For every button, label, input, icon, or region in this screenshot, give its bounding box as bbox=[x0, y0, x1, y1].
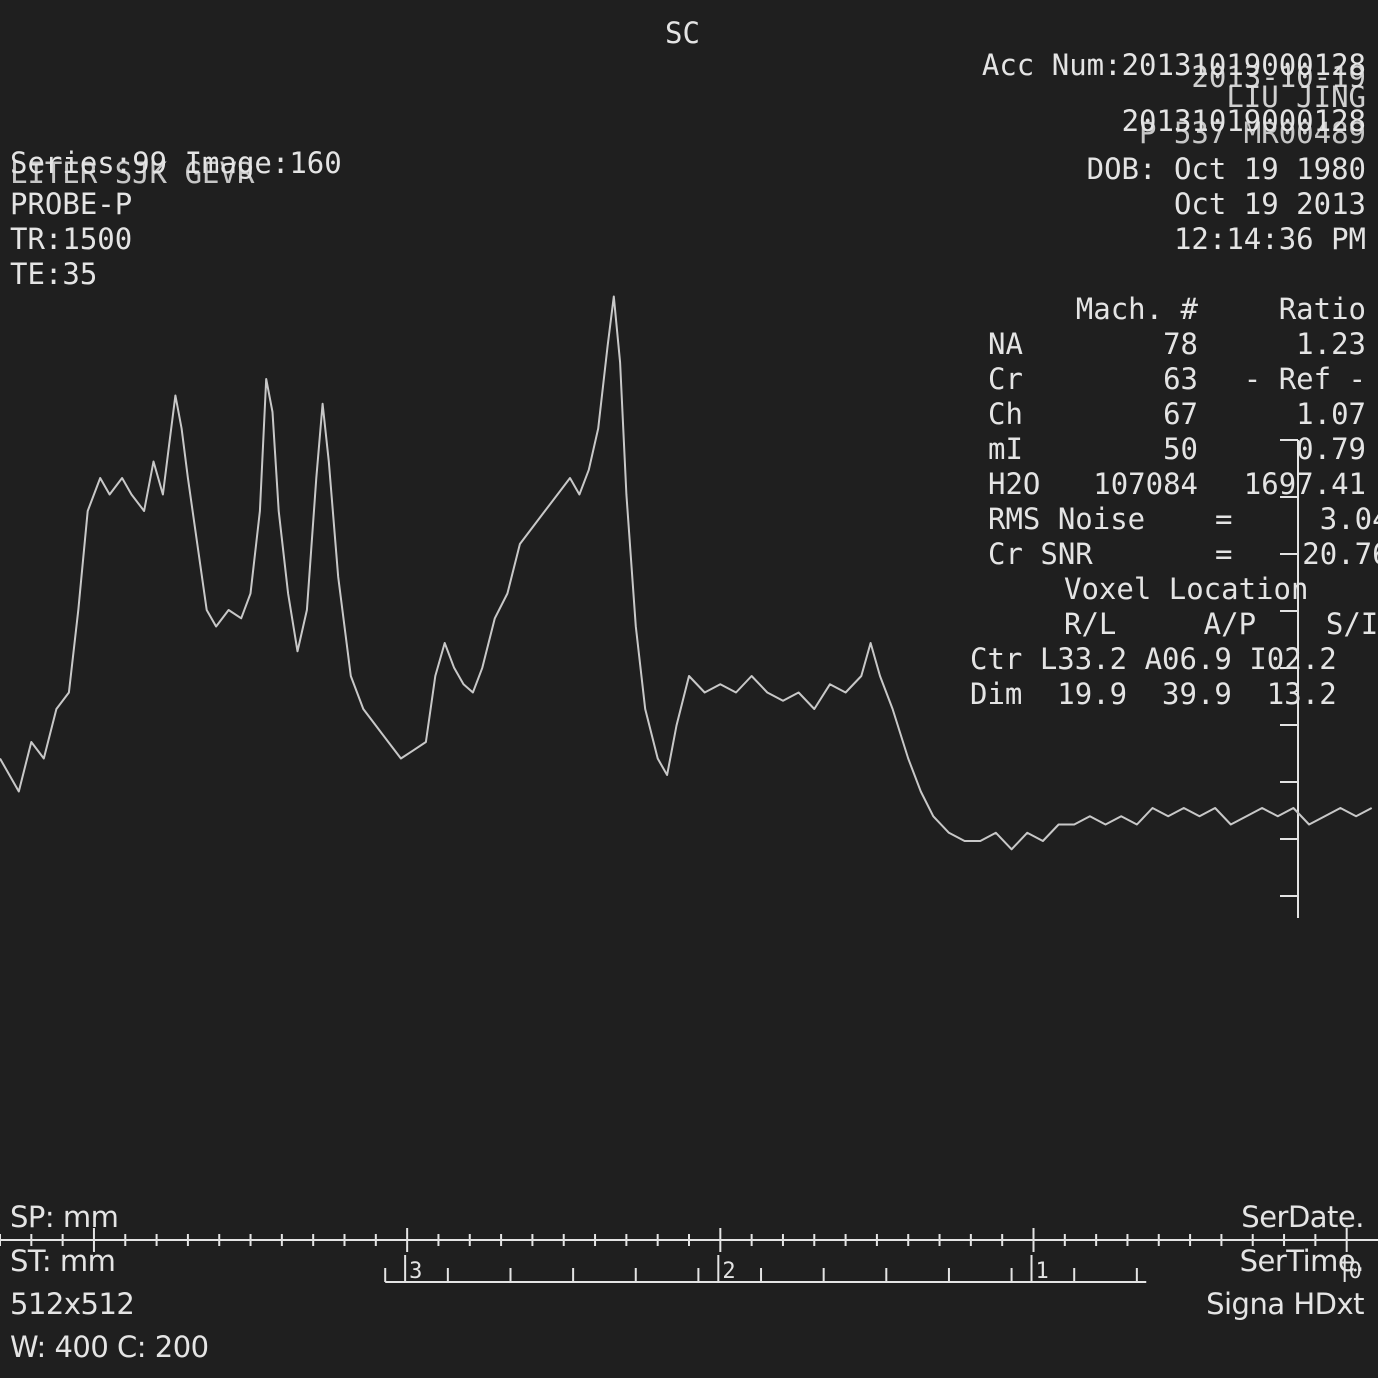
vertical-scale bbox=[1280, 439, 1299, 918]
tick-label: 2 bbox=[722, 1259, 735, 1284]
matrix-size: 512x512 bbox=[10, 1287, 135, 1321]
tick-labels: 3210 bbox=[404, 1255, 1362, 1284]
ppm-axis bbox=[0, 1228, 1378, 1252]
tick-label: 1 bbox=[1036, 1259, 1049, 1284]
spectrum-trace bbox=[0, 295, 1373, 851]
window-level: W: 400 C: 200 bbox=[10, 1330, 209, 1364]
scanner-model: Signa HDxt bbox=[1206, 1287, 1364, 1321]
sp-label: SP: mm bbox=[10, 1200, 119, 1234]
tick-label: 3 bbox=[409, 1259, 422, 1284]
series-time: SerTime. bbox=[1239, 1244, 1365, 1278]
st-label: ST: mm bbox=[10, 1244, 116, 1278]
spectrum-plot: 3210 bbox=[0, 295, 1378, 1284]
mrs-viewer: { "header": { "title": "SC", "acc_num": … bbox=[0, 0, 1378, 1378]
series-date: SerDate. bbox=[1241, 1200, 1364, 1234]
